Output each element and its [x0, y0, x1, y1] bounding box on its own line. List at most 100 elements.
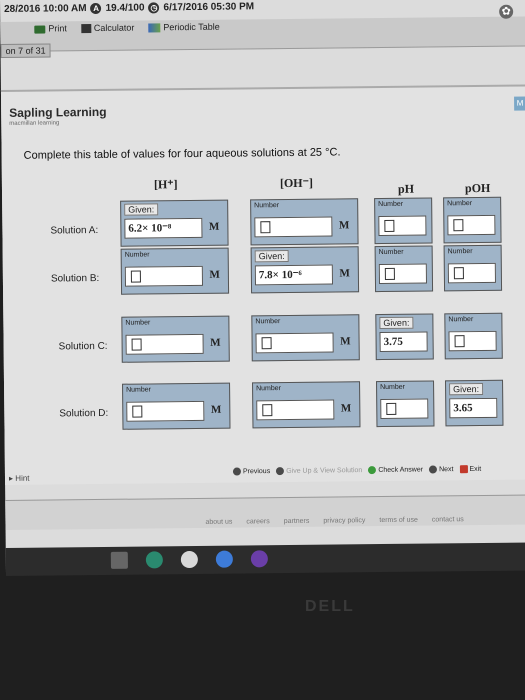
taskbar-chrome-icon[interactable] — [180, 550, 198, 569]
printer-icon — [34, 25, 46, 34]
unit-label: M — [338, 219, 350, 232]
cell-h: Given: 6.2× 10⁻⁸ M — [120, 199, 229, 247]
hint-label: Hint — [15, 473, 30, 483]
score-icon: A — [90, 2, 102, 15]
question-panel: Sapling Learning macmillan learning M Co… — [0, 84, 525, 485]
given-value: 3.75 — [379, 331, 428, 353]
cell-h: Number M — [120, 247, 230, 295]
status-row: 28/2016 10:00 AM A 19.4/100 ◷ 6/17/2016 … — [4, 1, 254, 15]
given-value: 6.2× 10⁻⁸ — [124, 217, 203, 239]
toolbar: 28/2016 10:00 AM A 19.4/100 ◷ 6/17/2016 … — [0, 1, 525, 58]
side-tab[interactable]: M — [514, 96, 525, 111]
number-label: Number — [448, 316, 474, 324]
answer-input[interactable] — [380, 398, 429, 420]
check-answer-button[interactable]: Check Answer — [368, 466, 423, 475]
number-label: Number — [254, 202, 280, 210]
exit-icon — [459, 465, 468, 474]
taskbar-app-icon[interactable] — [145, 551, 163, 569]
taskbar-ie-icon[interactable] — [215, 550, 233, 568]
brand-name: Sapling Learning — [9, 104, 107, 120]
answer-input[interactable] — [378, 263, 427, 285]
question-text: Complete this table of values for four a… — [23, 146, 341, 162]
brand-tagline: macmillan learning — [9, 120, 60, 127]
answer-input[interactable] — [125, 333, 204, 355]
cell-ph: Given: 3.75 — [375, 313, 434, 361]
footer-link[interactable]: contact us — [432, 516, 464, 523]
given-label: Given: — [124, 203, 159, 216]
previous-button[interactable]: Previous — [232, 467, 270, 476]
footer-link[interactable]: privacy policy — [323, 517, 365, 524]
column-header-poh: pOH — [464, 180, 491, 196]
unit-label: M — [208, 220, 220, 233]
gear-icon[interactable]: ✿ — [499, 4, 514, 19]
number-label: Number — [256, 385, 282, 393]
empty-input-box — [386, 402, 397, 415]
exit-button[interactable]: Exit — [459, 465, 482, 474]
answer-input[interactable] — [254, 216, 333, 238]
answer-input[interactable] — [124, 265, 204, 287]
next-button[interactable]: Next — [429, 465, 454, 474]
cell-poh: Number — [443, 196, 502, 244]
tools-row: Print Calculator Periodic Table — [34, 22, 220, 34]
footer-link[interactable]: partners — [284, 518, 310, 525]
empty-input-box — [453, 219, 464, 232]
cell-oh: Number M — [252, 381, 361, 429]
unit-label: M — [339, 267, 350, 280]
cell-h: Number M — [122, 382, 231, 430]
number-label: Number — [447, 200, 473, 208]
answer-input[interactable] — [447, 214, 496, 236]
dell-logo: DELL — [305, 598, 355, 615]
given-label: Given: — [449, 382, 484, 396]
action-bar: Previous Give Up & View Solution Check A… — [232, 465, 482, 476]
taskbar-check-icon[interactable] — [250, 550, 268, 568]
give-up-label: Give Up & View Solution — [286, 467, 363, 475]
hint-button[interactable]: ▸ Hint — [9, 474, 30, 483]
unit-label: M — [210, 336, 221, 349]
number-label: Number — [378, 248, 404, 257]
cell-oh: Given: 7.8× 10⁻⁶ M — [250, 246, 360, 294]
score-text: 19.4/100 — [105, 2, 145, 14]
empty-input-box — [453, 267, 464, 280]
footer-link[interactable]: terms of use — [379, 517, 418, 524]
column-header-h: [H⁺] — [153, 177, 178, 192]
empty-input-box — [262, 404, 273, 417]
answer-input[interactable] — [448, 330, 497, 352]
number-label: Number — [125, 319, 151, 327]
empty-input-box — [384, 219, 395, 232]
answer-input[interactable] — [378, 215, 427, 237]
row-label: Solution A: — [50, 224, 99, 237]
empty-input-box — [131, 338, 142, 351]
calculator-label: Calculator — [93, 22, 135, 34]
number-label: Number — [447, 248, 473, 256]
periodic-table-button[interactable]: Periodic Table — [148, 22, 220, 33]
answer-input[interactable] — [447, 262, 496, 284]
brand-logo: Sapling Learning macmillan learning — [9, 105, 107, 127]
footer-link[interactable]: careers — [246, 518, 269, 525]
calculator-button[interactable]: Calculator — [80, 22, 135, 34]
answer-input[interactable] — [256, 399, 335, 421]
question-counter: on 7 of 31 — [0, 43, 51, 58]
check-icon — [368, 466, 377, 475]
date-text: 28/2016 10:00 AM — [4, 3, 87, 15]
print-button[interactable]: Print — [34, 23, 67, 34]
number-label: Number — [255, 318, 281, 326]
cell-poh: Given: 3.65 — [445, 379, 504, 427]
number-label: Number — [126, 386, 152, 394]
give-up-icon — [276, 467, 285, 476]
calculator-icon — [80, 24, 91, 34]
next-icon — [429, 465, 438, 474]
cell-h: Number M — [121, 315, 230, 363]
cell-ph: Number — [374, 197, 433, 245]
given-value: 3.65 — [449, 397, 498, 419]
check-answer-label: Check Answer — [378, 466, 424, 474]
number-label: Number — [124, 251, 150, 259]
next-label: Next — [439, 466, 454, 474]
answer-input[interactable] — [255, 332, 334, 354]
give-up-button[interactable]: Give Up & View Solution — [276, 466, 363, 476]
footer-link[interactable]: about us — [205, 519, 232, 526]
cell-poh: Number — [444, 312, 503, 360]
answer-input[interactable] — [126, 400, 205, 422]
taskbar-window-icon[interactable] — [110, 551, 128, 569]
previous-icon — [232, 467, 241, 476]
exit-label: Exit — [469, 465, 482, 473]
